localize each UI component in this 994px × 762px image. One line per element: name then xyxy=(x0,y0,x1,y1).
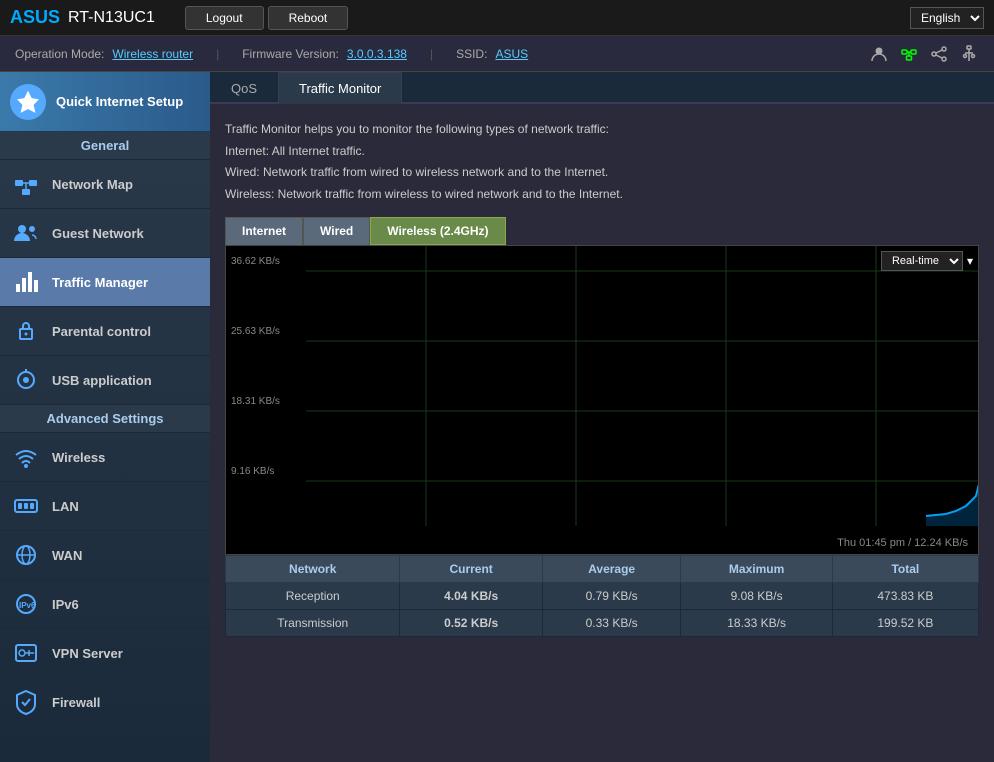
col-total: Total xyxy=(832,556,978,583)
firewall-label: Firewall xyxy=(52,695,100,710)
cell-maximum: 9.08 KB/s xyxy=(681,583,832,610)
chart-svg xyxy=(226,246,978,554)
traffic-manager-icon xyxy=(10,266,42,298)
lan-label: LAN xyxy=(52,499,79,514)
table-row: Reception4.04 KB/s0.79 KB/s9.08 KB/s473.… xyxy=(226,583,979,610)
network-icon xyxy=(899,44,919,64)
quick-setup-icon xyxy=(10,84,46,120)
desc-line-2: Internet: All Internet traffic. xyxy=(225,141,979,163)
wan-label: WAN xyxy=(52,548,82,563)
usb-application-label: USB application xyxy=(52,373,152,388)
network-map-icon xyxy=(10,168,42,200)
wireless-label: Wireless xyxy=(52,450,105,465)
realtime-select[interactable]: Real-time xyxy=(881,251,963,271)
infobar: Operation Mode: Wireless router | Firmwa… xyxy=(0,36,994,72)
parental-control-icon xyxy=(10,315,42,347)
usb-app-icon xyxy=(10,364,42,396)
network-map-label: Network Map xyxy=(52,177,133,192)
tm-description: Traffic Monitor helps you to monitor the… xyxy=(225,119,979,205)
main-tabs: QoS Traffic Monitor xyxy=(210,72,994,104)
cell-maximum: 18.33 KB/s xyxy=(681,610,832,637)
sidebar-item-guest-network[interactable]: Guest Network xyxy=(0,209,210,258)
advanced-settings-section-header: Advanced Settings xyxy=(0,405,210,433)
logout-button[interactable]: Logout xyxy=(185,6,264,30)
ssid-value[interactable]: ASUS xyxy=(495,47,528,61)
cell-total: 473.83 KB xyxy=(832,583,978,610)
tab-qos[interactable]: QoS xyxy=(210,72,278,104)
traffic-monitor-content: Traffic Monitor helps you to monitor the… xyxy=(210,104,994,762)
quick-internet-setup[interactable]: Quick Internet Setup xyxy=(0,72,210,132)
reboot-button[interactable]: Reboot xyxy=(268,6,349,30)
ipv6-label: IPv6 xyxy=(52,597,79,612)
lan-icon xyxy=(10,490,42,522)
quick-setup-label: Quick Internet Setup xyxy=(56,94,183,109)
firewall-icon xyxy=(10,686,42,718)
sidebar-item-wireless[interactable]: Wireless xyxy=(0,433,210,482)
tab-traffic-monitor[interactable]: Traffic Monitor xyxy=(278,72,402,104)
general-section-header: General xyxy=(0,132,210,160)
usb-icon xyxy=(959,44,979,64)
col-average: Average xyxy=(542,556,681,583)
cell-total: 199.52 KB xyxy=(832,610,978,637)
logo-area: ASUS RT-N13UC1 xyxy=(0,0,165,35)
chart-timestamp: Thu 01:45 pm / 12.24 KB/s xyxy=(837,537,968,549)
firmware-value[interactable]: 3.0.0.3.138 xyxy=(347,47,407,61)
content-area: QoS Traffic Monitor Traffic Monitor help… xyxy=(210,72,994,762)
top-buttons: Logout Reboot xyxy=(185,6,348,30)
desc-line-3: Wired: Network traffic from wired to wir… xyxy=(225,162,979,184)
sidebar-item-ipv6[interactable]: IPv6 IPv6 xyxy=(0,580,210,629)
sidebar: Quick Internet Setup General Network Map xyxy=(0,72,210,762)
language-select[interactable]: English xyxy=(910,7,984,29)
guest-network-label: Guest Network xyxy=(52,226,144,241)
cell-network: Transmission xyxy=(226,610,400,637)
cell-current: 4.04 KB/s xyxy=(400,583,542,610)
sidebar-item-wan[interactable]: WAN xyxy=(0,531,210,580)
cell-network: Reception xyxy=(226,583,400,610)
sidebar-item-firewall[interactable]: Firewall xyxy=(0,678,210,727)
sub-tab-wired[interactable]: Wired xyxy=(303,217,370,245)
sub-tabs: Internet Wired Wireless (2.4GHz) xyxy=(225,217,979,245)
sub-tab-internet[interactable]: Internet xyxy=(225,217,303,245)
user-icon xyxy=(869,44,889,64)
ssid-label: SSID: xyxy=(456,47,487,61)
wireless-icon xyxy=(10,441,42,473)
firmware-label: Firmware Version: xyxy=(242,47,339,61)
stats-table-body: Reception4.04 KB/s0.79 KB/s9.08 KB/s473.… xyxy=(226,583,979,637)
ipv6-icon: IPv6 xyxy=(10,588,42,620)
svg-text:IPv6: IPv6 xyxy=(19,601,36,610)
sub-tab-wireless[interactable]: Wireless (2.4GHz) xyxy=(370,217,505,245)
chart-controls: Real-time ▾ xyxy=(881,251,973,271)
col-current: Current xyxy=(400,556,542,583)
col-network: Network xyxy=(226,556,400,583)
dropdown-icon: ▾ xyxy=(967,254,973,268)
operation-mode-value[interactable]: Wireless router xyxy=(112,47,193,61)
sidebar-item-lan[interactable]: LAN xyxy=(0,482,210,531)
desc-line-4: Wireless: Network traffic from wireless … xyxy=(225,184,979,206)
guest-network-icon xyxy=(10,217,42,249)
sidebar-item-usb-application[interactable]: USB application xyxy=(0,356,210,405)
sidebar-item-parental-control[interactable]: Parental control xyxy=(0,307,210,356)
stats-table: Network Current Average Maximum Total Re… xyxy=(225,555,979,637)
desc-line-1: Traffic Monitor helps you to monitor the… xyxy=(225,119,979,141)
vpn-icon xyxy=(10,637,42,669)
sidebar-item-network-map[interactable]: Network Map xyxy=(0,160,210,209)
parental-control-label: Parental control xyxy=(52,324,151,339)
brand-logo: ASUS xyxy=(10,7,60,28)
share-icon xyxy=(929,44,949,64)
sidebar-item-traffic-manager[interactable]: Traffic Manager xyxy=(0,258,210,307)
sidebar-item-vpn-server[interactable]: VPN Server xyxy=(0,629,210,678)
col-maximum: Maximum xyxy=(681,556,832,583)
traffic-manager-label: Traffic Manager xyxy=(52,275,148,290)
cell-current: 0.52 KB/s xyxy=(400,610,542,637)
wan-icon xyxy=(10,539,42,571)
table-row: Transmission0.52 KB/s0.33 KB/s18.33 KB/s… xyxy=(226,610,979,637)
traffic-chart: Real-time ▾ 36.62 KB/s 25.63 KB/s 18.31 … xyxy=(225,245,979,555)
cell-average: 0.79 KB/s xyxy=(542,583,681,610)
operation-mode-label: Operation Mode: xyxy=(15,47,104,61)
cell-average: 0.33 KB/s xyxy=(542,610,681,637)
model-name: RT-N13UC1 xyxy=(68,9,155,27)
vpn-server-label: VPN Server xyxy=(52,646,123,661)
